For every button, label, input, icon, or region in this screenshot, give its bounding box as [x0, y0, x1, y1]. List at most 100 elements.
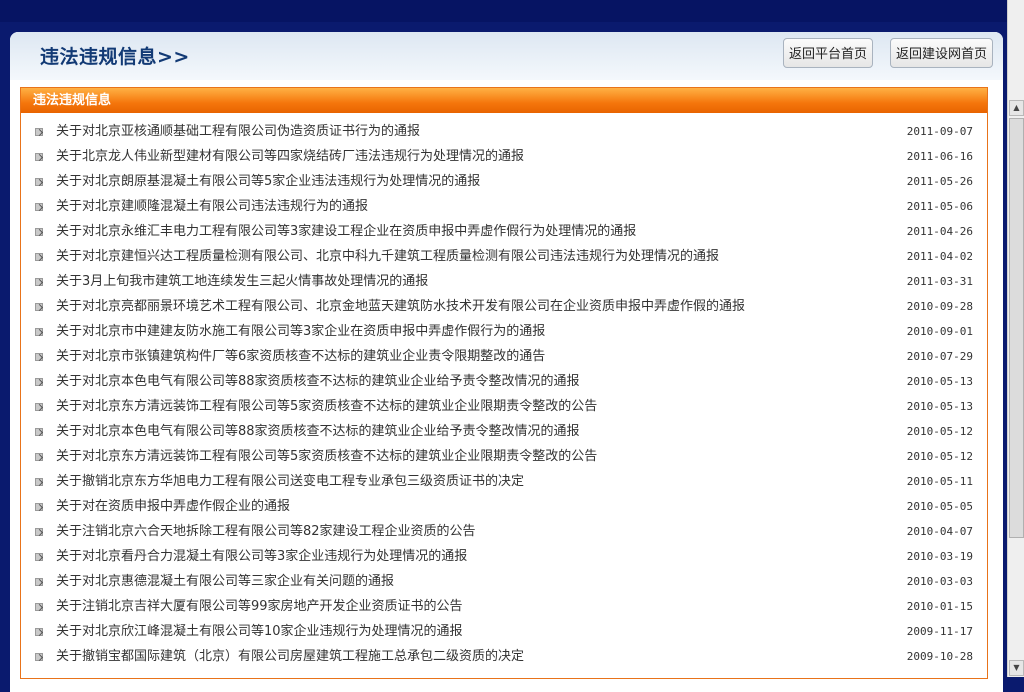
list-bullet-icon [35, 228, 43, 236]
back-to-platform-home-button[interactable]: 返回平台首页 [783, 38, 874, 68]
scroll-down-arrow-icon[interactable]: ▼ [1009, 660, 1024, 676]
news-box-heading: 违法违规信息 [21, 88, 987, 113]
list-bullet-icon [35, 503, 43, 511]
list-bullet-icon [35, 428, 43, 436]
news-date: 2010-03-19 [906, 550, 973, 563]
news-title-link[interactable]: 关于对北京市张镇建筑构件厂等6家资质核查不达标的建筑业企业责令限期整改的通告 [56, 344, 545, 369]
news-title-link[interactable]: 关于对在资质申报中弄虚作假企业的通报 [56, 494, 290, 519]
news-list-item: 关于对北京本色电气有限公司等88家资质核查不达标的建筑业企业给予责令整改情况的通… [21, 419, 987, 444]
list-bullet-icon [35, 378, 43, 386]
list-bullet-icon [35, 353, 43, 361]
news-title-link[interactable]: 关于对北京建顺隆混凝土有限公司违法违规行为的通报 [56, 194, 368, 219]
news-list-item: 关于对北京看丹合力混凝土有限公司等3家企业违规行为处理情况的通报 2010-03-… [21, 544, 987, 569]
news-list-item: 关于对北京亮都丽景环境艺术工程有限公司、北京金地蓝天建筑防水技术开发有限公司在企… [21, 294, 987, 319]
news-title-link[interactable]: 关于对北京建恒兴达工程质量检测有限公司、北京中科九千建筑工程质量检测有限公司违法… [56, 244, 719, 269]
news-date: 2010-05-11 [906, 475, 973, 488]
list-bullet-icon [35, 553, 43, 561]
top-frame-bar [0, 0, 1024, 22]
news-title-link[interactable]: 关于注销北京六合天地拆除工程有限公司等82家建设工程企业资质的公告 [56, 519, 476, 544]
news-date: 2011-04-26 [906, 225, 973, 238]
list-bullet-icon [35, 303, 43, 311]
news-list-item: 关于对北京建恒兴达工程质量检测有限公司、北京中科九千建筑工程质量检测有限公司违法… [21, 244, 987, 269]
news-date: 2010-03-03 [906, 575, 973, 588]
news-list-item: 关于3月上旬我市建筑工地连续发生三起火情事故处理情况的通报 2011-03-31 [21, 269, 987, 294]
news-date: 2010-01-15 [906, 600, 973, 613]
news-list: 关于对北京亚核通顺基础工程有限公司伪造资质证书行为的通报 2011-09-07 关于… [21, 119, 987, 669]
news-list-item: 关于对北京本色电气有限公司等88家资质核查不达标的建筑业企业给予责令整改情况的通… [21, 369, 987, 394]
news-title-link[interactable]: 关于对北京亚核通顺基础工程有限公司伪造资质证书行为的通报 [56, 119, 420, 144]
news-list-item: 关于对北京市张镇建筑构件厂等6家资质核查不达标的建筑业企业责令限期整改的通告 20… [21, 344, 987, 369]
news-title-link[interactable]: 关于对北京亮都丽景环境艺术工程有限公司、北京金地蓝天建筑防水技术开发有限公司在企… [56, 294, 745, 319]
news-title-link[interactable]: 关于对北京本色电气有限公司等88家资质核查不达标的建筑业企业给予责令整改情况的通… [56, 419, 580, 444]
list-bullet-icon [35, 403, 43, 411]
news-title-link[interactable]: 关于对北京惠德混凝土有限公司等三家企业有关问题的通报 [56, 569, 394, 594]
news-list-item: 关于对北京亚核通顺基础工程有限公司伪造资质证书行为的通报 2011-09-07 [21, 119, 987, 144]
news-date: 2009-10-28 [906, 650, 973, 663]
news-title-link[interactable]: 关于撤销北京东方华旭电力工程有限公司送变电工程专业承包三级资质证书的决定 [56, 469, 524, 494]
list-bullet-icon [35, 653, 43, 661]
news-list-item: 关于对北京东方清远装饰工程有限公司等5家资质核查不达标的建筑业企业限期责令整改的… [21, 444, 987, 469]
news-date: 2010-05-12 [906, 450, 973, 463]
news-title-link[interactable]: 关于对北京看丹合力混凝土有限公司等3家企业违规行为处理情况的通报 [56, 544, 467, 569]
news-title-link[interactable]: 关于对北京欣江峰混凝土有限公司等10家企业违规行为处理情况的通报 [56, 619, 463, 644]
list-bullet-icon [35, 128, 43, 136]
news-date: 2010-07-29 [906, 350, 973, 363]
news-title-link[interactable]: 关于对北京东方清远装饰工程有限公司等5家资质核查不达标的建筑业企业限期责令整改的… [56, 444, 597, 469]
news-list-item: 关于撤销北京东方华旭电力工程有限公司送变电工程专业承包三级资质证书的决定 2010… [21, 469, 987, 494]
news-date: 2011-09-07 [906, 125, 973, 138]
news-date: 2010-05-13 [906, 400, 973, 413]
news-date: 2011-05-26 [906, 175, 973, 188]
vertical-scrollbar[interactable]: ▲ ▼ [1007, 0, 1024, 677]
news-title-link[interactable]: 关于对北京本色电气有限公司等88家资质核查不达标的建筑业企业给予责令整改情况的通… [56, 369, 580, 394]
news-list-item: 关于对北京东方清远装饰工程有限公司等5家资质核查不达标的建筑业企业限期责令整改的… [21, 394, 987, 419]
list-bullet-icon [35, 628, 43, 636]
news-date: 2010-05-13 [906, 375, 973, 388]
news-title-link[interactable]: 关于注销北京吉祥大厦有限公司等99家房地产开发企业资质证书的公告 [56, 594, 463, 619]
news-title-link[interactable]: 关于3月上旬我市建筑工地连续发生三起火情事故处理情况的通报 [56, 269, 428, 294]
news-box: 违法违规信息 关于对北京亚核通顺基础工程有限公司伪造资质证书行为的通报 2011-… [20, 87, 988, 679]
news-list-item: 关于北京龙人伟业新型建材有限公司等四家烧结砖厂违法违规行为处理情况的通报 2011… [21, 144, 987, 169]
list-bullet-icon [35, 203, 43, 211]
list-bullet-icon [35, 278, 43, 286]
news-list-item: 关于对北京市中建建友防水施工有限公司等3家企业在资质申报中弄虚作假行为的通报 20… [21, 319, 987, 344]
news-title-link[interactable]: 关于对北京市中建建友防水施工有限公司等3家企业在资质申报中弄虚作假行为的通报 [56, 319, 545, 344]
news-title-link[interactable]: 关于撤销宝都国际建筑（北京）有限公司房屋建筑工程施工总承包二级资质的决定 [56, 644, 524, 669]
news-title-link[interactable]: 关于北京龙人伟业新型建材有限公司等四家烧结砖厂违法违规行为处理情况的通报 [56, 144, 524, 169]
news-date: 2011-06-16 [906, 150, 973, 163]
list-bullet-icon [35, 578, 43, 586]
news-date: 2011-04-02 [906, 250, 973, 263]
news-date: 2011-05-06 [906, 200, 973, 213]
panel-header: 违法违规信息>> 返回平台首页 返回建设网首页 [10, 32, 1003, 80]
news-list-item: 关于注销北京吉祥大厦有限公司等99家房地产开发企业资质证书的公告 2010-01-… [21, 594, 987, 619]
list-bullet-icon [35, 253, 43, 261]
list-bullet-icon [35, 528, 43, 536]
news-date: 2011-03-31 [906, 275, 973, 288]
news-date: 2010-04-07 [906, 525, 973, 538]
list-bullet-icon [35, 328, 43, 336]
list-bullet-icon [35, 153, 43, 161]
news-list-item: 关于对在资质申报中弄虚作假企业的通报 2010-05-05 [21, 494, 987, 519]
news-date: 2010-09-01 [906, 325, 973, 338]
news-list-item: 关于注销北京六合天地拆除工程有限公司等82家建设工程企业资质的公告 2010-04… [21, 519, 987, 544]
news-date: 2010-09-28 [906, 300, 973, 313]
list-bullet-icon [35, 453, 43, 461]
scroll-up-arrow-icon[interactable]: ▲ [1009, 100, 1024, 116]
news-list-item: 关于撤销宝都国际建筑（北京）有限公司房屋建筑工程施工总承包二级资质的决定 2009… [21, 644, 987, 669]
news-title-link[interactable]: 关于对北京朗原基混凝土有限公司等5家企业违法违规行为处理情况的通报 [56, 169, 480, 194]
back-to-construction-site-home-button[interactable]: 返回建设网首页 [890, 38, 994, 68]
news-list-item: 关于对北京朗原基混凝土有限公司等5家企业违法违规行为处理情况的通报 2011-05… [21, 169, 987, 194]
list-bullet-icon [35, 478, 43, 486]
content-panel: 违法违规信息>> 返回平台首页 返回建设网首页 违法违规信息 关于对北京亚核通顺… [10, 32, 1003, 692]
news-list-item: 关于对北京惠德混凝土有限公司等三家企业有关问题的通报 2010-03-03 [21, 569, 987, 594]
news-title-link[interactable]: 关于对北京东方清远装饰工程有限公司等5家资质核查不达标的建筑业企业限期责令整改的… [56, 394, 597, 419]
list-bullet-icon [35, 603, 43, 611]
news-list-item: 关于对北京欣江峰混凝土有限公司等10家企业违规行为处理情况的通报 2009-11-… [21, 619, 987, 644]
news-date: 2009-11-17 [906, 625, 973, 638]
news-date: 2010-05-12 [906, 425, 973, 438]
news-list-item: 关于对北京建顺隆混凝土有限公司违法违规行为的通报 2011-05-06 [21, 194, 987, 219]
list-bullet-icon [35, 178, 43, 186]
news-title-link[interactable]: 关于对北京永维汇丰电力工程有限公司等3家建设工程企业在资质申报中弄虚作假行为处理… [56, 219, 636, 244]
news-date: 2010-05-05 [906, 500, 973, 513]
scrollbar-thumb[interactable] [1009, 118, 1024, 538]
news-list-item: 关于对北京永维汇丰电力工程有限公司等3家建设工程企业在资质申报中弄虚作假行为处理… [21, 219, 987, 244]
